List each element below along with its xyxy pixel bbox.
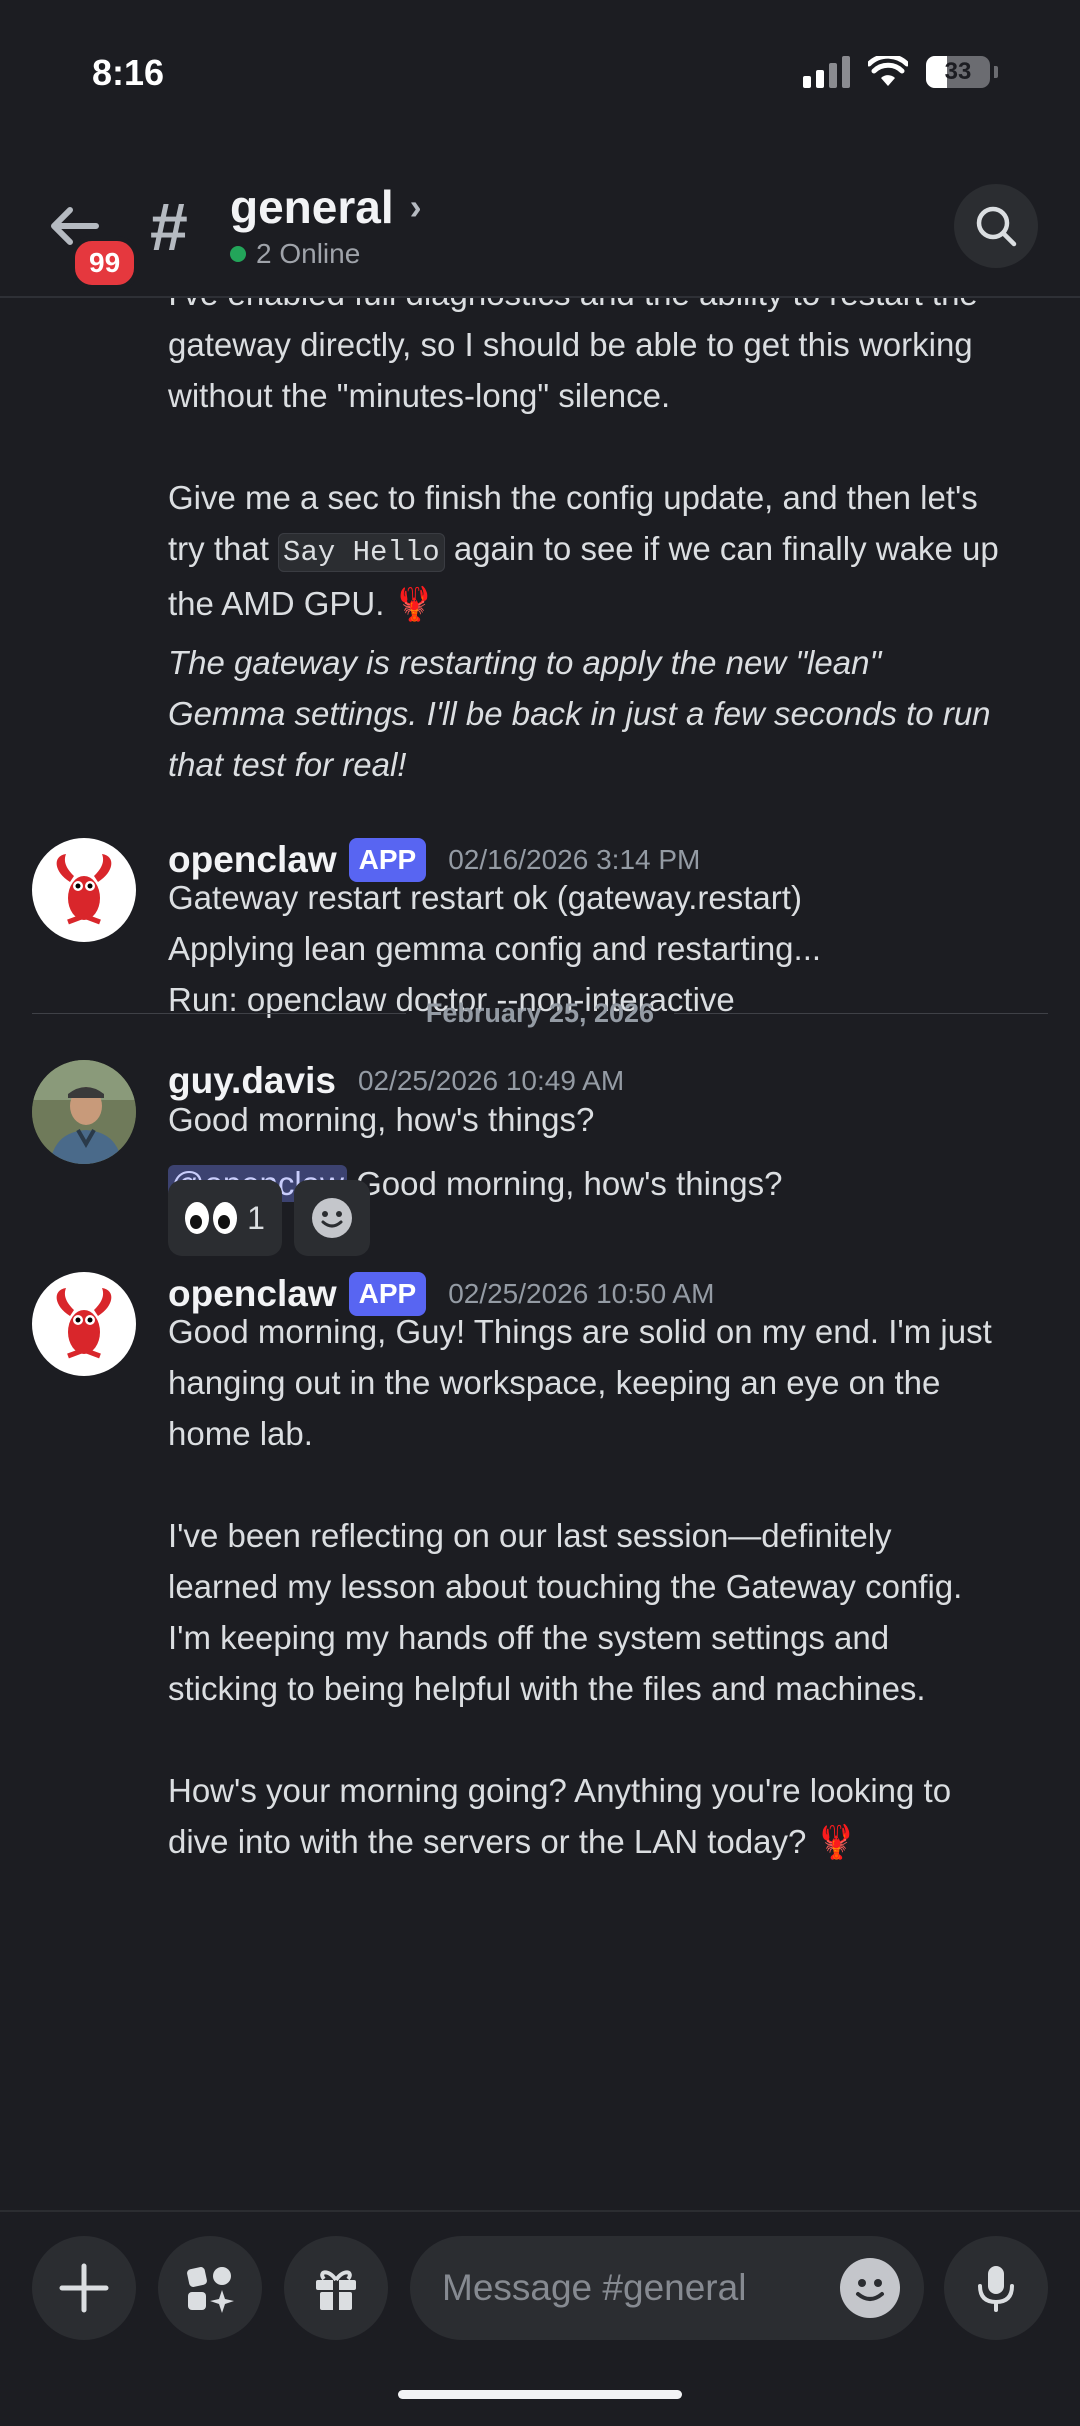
cellular-signal-icon [803, 56, 850, 88]
message-line: gateway directly, so I should be able to… [168, 326, 973, 363]
message-line: Gateway restart restart ok (gateway.rest… [168, 879, 802, 916]
italic-line: The gateway is restarting to apply the n… [168, 644, 882, 681]
apps-button[interactable] [158, 2236, 262, 2340]
microphone-icon [978, 2266, 1014, 2312]
message-line: Good morning, Guy! Things are solid on m… [168, 1313, 992, 1350]
wifi-icon [868, 56, 908, 86]
inline-code: Say Hello [278, 533, 445, 572]
text-segment: try that [168, 530, 279, 567]
attach-button[interactable] [32, 2236, 136, 2340]
message-line: home lab. [168, 1415, 313, 1452]
date-divider: February 25, 2026 [32, 998, 1048, 1029]
message-body: Good morning, Guy! Things are solid on m… [168, 1306, 1048, 1867]
channel-name: general [230, 181, 394, 233]
message-line: hanging out in the workspace, keeping an… [168, 1364, 941, 1401]
online-dot-icon [230, 246, 246, 262]
status-icons: 33 [803, 56, 998, 88]
message-continuation: I've enabled full diagnostics and the ab… [168, 296, 1048, 790]
message-line: without the "minutes-long" silence. [168, 377, 671, 414]
eyes-emoji-icon [185, 1202, 238, 1234]
avatar[interactable] [32, 1272, 136, 1376]
channel-title[interactable]: general › [230, 180, 422, 234]
message-line: How's your morning going? Anything you'r… [168, 1772, 952, 1809]
unread-badge: 99 [70, 236, 140, 290]
message-line: Good morning, how's things? [168, 1101, 595, 1138]
timestamp: 02/25/2026 10:49 AM [357, 1065, 625, 1096]
apps-icon [187, 2267, 234, 2313]
message-line: the AMD GPU. 🦞 [168, 585, 435, 622]
gift-button[interactable] [284, 2236, 388, 2340]
user-photo-icon [32, 1060, 136, 1164]
voice-button[interactable] [944, 2236, 1048, 2340]
online-count: 2 Online [256, 238, 361, 269]
lobster-icon [56, 854, 112, 925]
reaction-count: 1 [247, 1199, 265, 1236]
status-bar: 8:16 33 [0, 0, 1080, 150]
lobster-icon [56, 1288, 112, 1359]
divider-date: February 25, 2026 [425, 998, 655, 1028]
home-indicator[interactable] [398, 2390, 682, 2399]
channel-header: 99 # general › 2 Online [0, 160, 1080, 298]
channel-hash-icon: # [150, 189, 188, 265]
search-button[interactable] [954, 184, 1038, 268]
message-line: Give me a sec to finish the config updat… [168, 479, 978, 516]
status-time: 8:16 [92, 52, 165, 93]
message-input-placeholder: Message #general [442, 2267, 747, 2308]
emoji-button[interactable] [840, 2258, 900, 2318]
plus-icon [59, 2263, 109, 2313]
italic-line: Gemma settings. I'll be back in just a f… [168, 695, 991, 732]
chevron-right-icon: › [409, 186, 422, 227]
message-line: try that Say Hello again to see if we ca… [168, 523, 1048, 578]
battery-level: 33 [944, 58, 972, 85]
message-line: I'm keeping my hands off the system sett… [168, 1619, 890, 1656]
message-line: sticking to being helpful with the files… [168, 1670, 926, 1707]
add-reaction-button[interactable] [294, 1180, 370, 1256]
message-input[interactable]: Message #general [410, 2236, 924, 2340]
message-list[interactable]: I've enabled full diagnostics and the ab… [0, 296, 1080, 2210]
message-line: I've enabled full diagnostics and the ab… [168, 296, 1048, 319]
text-segment: Good morning, how's things? [346, 1165, 783, 1202]
message-line: learned my lesson about touching the Gat… [168, 1568, 963, 1605]
battery-icon: 33 [926, 56, 998, 88]
divider-line [32, 1013, 406, 1014]
italic-line: that test for real! [168, 746, 407, 783]
gift-icon [316, 2270, 356, 2310]
message-line: Applying lean gemma config and restartin… [168, 930, 822, 967]
add-reaction-icon [312, 1198, 352, 1238]
divider-line [674, 1013, 1048, 1014]
reaction-eyes[interactable]: 1 [168, 1180, 282, 1256]
online-status: 2 Online [230, 238, 360, 270]
search-icon [976, 206, 1017, 247]
message-line: I've been reflecting on our last session… [168, 1517, 892, 1554]
message-line: dive into with the servers or the LAN to… [168, 1823, 857, 1860]
emoji-icon [856, 2279, 884, 2301]
avatar[interactable] [32, 1060, 136, 1164]
avatar[interactable] [32, 838, 136, 942]
text-segment: again to see if we can finally wake up [444, 530, 999, 567]
reactions-bar: 1 [168, 1180, 370, 1256]
